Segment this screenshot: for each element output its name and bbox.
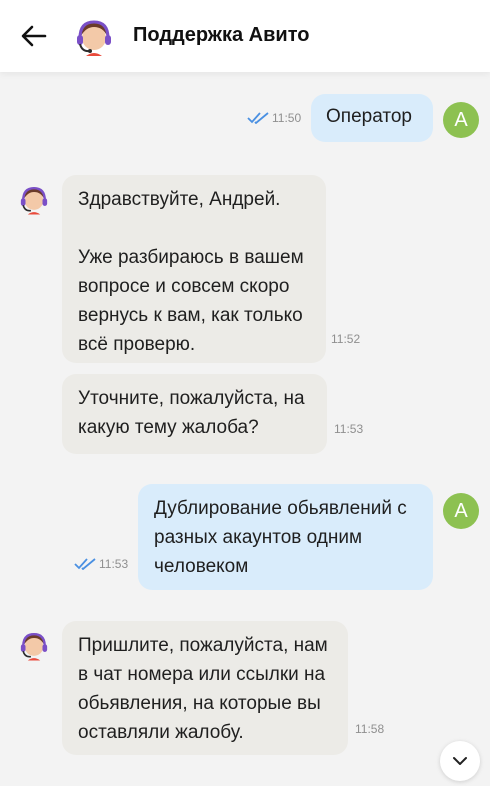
- message-text: Пришлите, пожалуйста, нам в чат номера и…: [78, 635, 328, 743]
- message-bubble[interactable]: Здравствуйте, Андрей. Уже разбираюсь в в…: [62, 175, 326, 363]
- message-time: 11:53: [99, 557, 129, 571]
- scroll-down-button[interactable]: [440, 741, 480, 781]
- message-text: Уточните, пожалуйста, на какую тему жало…: [78, 388, 305, 438]
- message-bubble[interactable]: Дублирование обьявлений с разных акаунто…: [138, 484, 433, 590]
- user-avatar[interactable]: А: [443, 102, 479, 138]
- back-arrow-icon[interactable]: [18, 22, 50, 50]
- message-text: Здравствуйте, Андрей. Уже разбираюсь в в…: [78, 189, 304, 355]
- double-check-icon: [74, 558, 96, 570]
- support-agent-avatar[interactable]: [17, 626, 51, 664]
- chevron-down-icon: [453, 757, 467, 765]
- message-bubble[interactable]: Пришлите, пожалуйста, нам в чат номера и…: [62, 621, 348, 755]
- support-agent-avatar[interactable]: [17, 180, 51, 218]
- support-agent-avatar[interactable]: [72, 14, 116, 58]
- message-time: 11:50: [272, 111, 302, 125]
- chat-header: Поддержка Авито: [0, 0, 490, 72]
- chat-title: Поддержка Авито: [133, 24, 310, 46]
- message-text: Дублирование обьявлений с разных акаунто…: [154, 498, 407, 577]
- message-time: 11:53: [334, 422, 364, 436]
- message-bubble[interactable]: Уточните, пожалуйста, на какую тему жало…: [62, 374, 327, 454]
- user-avatar[interactable]: А: [443, 493, 479, 529]
- message-text: Оператор: [326, 106, 412, 127]
- double-check-icon: [247, 112, 269, 124]
- message-time: 11:58: [355, 722, 385, 736]
- message-bubble[interactable]: Оператор: [311, 94, 433, 142]
- message-time: 11:52: [331, 332, 361, 346]
